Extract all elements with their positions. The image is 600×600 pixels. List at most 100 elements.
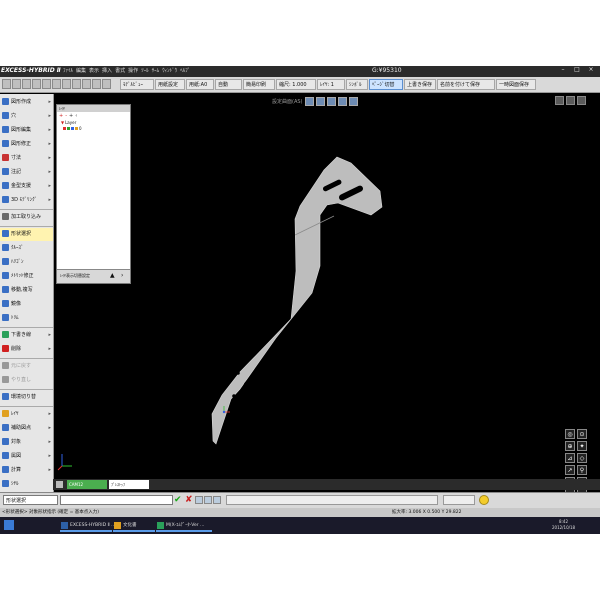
panel-item-1[interactable]: 穴 ▸ [0,110,53,123]
right-tools [555,96,586,105]
panel-item-label: 移動,複写 [11,287,33,293]
panel-item-label: 削除 [11,346,22,352]
panel-item-12[interactable]: ﾒﾄﾘｯﾄ修正 [0,270,53,283]
submenu-arrow-icon: ▸ [48,169,51,175]
submenu-arrow-icon: ▸ [48,113,51,119]
panel-item-6[interactable]: 金型支援 ▸ [0,180,53,193]
submenu-arrow-icon: ▸ [48,155,51,161]
panel-item-14[interactable]: 鏡像 [0,298,53,311]
panel-separator [0,389,53,390]
panel-item-5[interactable]: 注記 ▸ [0,166,53,179]
panel-item-26[interactable]: ｼﾔﾙ [0,478,53,491]
taskbar-item-excel[interactable]: M(X-ｺﾑﾃﾞｰﾀ-Ver ... [156,519,212,532]
panel-item-label: 穴 [11,113,17,119]
status-message: <形状選択> 対象形状指示 (確定 = 基本点入力) [2,510,100,515]
command-entry-input[interactable] [60,495,173,505]
tab-grid-icon[interactable] [56,481,63,488]
view-wire-icon[interactable] [337,97,347,106]
sheet-metal-part[interactable] [211,156,383,445]
hole-small-2 [232,394,236,398]
edit-shape-icon [2,126,9,133]
panel-item-13[interactable]: 移動,複写 [0,284,53,297]
target-icon [2,438,9,445]
panel-item-23[interactable]: 対象 ▸ [0,436,53,449]
value-input-field[interactable] [443,495,475,505]
panel-item-21[interactable]: ﾚｲﾔ ▸ [0,408,53,421]
draft-line-icon [2,331,9,338]
panel-item-11[interactable]: ﾊﾘｺﾞﾝ [0,256,53,269]
panel-item-8[interactable]: 加工取り込み [0,211,53,224]
expand-right-icon[interactable]: › [121,272,123,279]
panel-item-16[interactable]: 下書き線 ▸ [0,329,53,342]
panel-item-22[interactable]: 補助図点 ▸ [0,422,53,435]
view-iso-icon[interactable] [315,97,325,106]
cancel-cross-icon[interactable]: ✘ [185,494,193,506]
panel-item-17[interactable]: 削除 ▸ [0,343,53,356]
submenu-arrow-icon: ▸ [48,439,51,445]
input-option-3-icon[interactable] [213,496,221,504]
panel-item-25[interactable]: 計算 ▸ [0,464,53,477]
command-input-row: 形状選択 ✔ ✘ [0,492,600,508]
view-shade-icon[interactable] [326,97,336,106]
panel-item-2[interactable]: 図形編集 ▸ [0,124,53,137]
collapse-icon[interactable]: ‹ [75,113,77,119]
input-option-2-icon[interactable] [204,496,212,504]
start-button-icon[interactable] [4,520,14,530]
tab-cam12[interactable]: CAM12 [67,480,107,489]
right-tool-1-icon[interactable] [555,96,564,105]
remove-layer-icon[interactable]: - [65,113,67,119]
modify-icon [2,140,9,147]
taskbar-item-excess[interactable]: EXCESS-HYBRID Ⅱ ... [60,519,115,532]
view-toolbar: 設定曲面(AS) [272,96,358,107]
collapse-up-icon[interactable]: ▲ [110,273,115,279]
layer-display-setting-label[interactable]: ﾚｲﾔ表示切替設定 [60,273,90,279]
coordinate-input-field[interactable] [226,495,438,505]
assist-smiley-icon[interactable] [479,495,489,505]
panel-item-label: やり直し [11,377,32,383]
panel-item-24[interactable]: 属図 ▸ [0,450,53,463]
panel-item-20[interactable]: 環境切り替 [0,391,53,404]
snap-mode-5-icon[interactable]: ◇ [577,453,587,463]
view-extra-icon[interactable] [348,97,358,106]
panel-item-18[interactable]: 元に戻す [0,360,53,373]
environment-icon [2,393,9,400]
taskbar-item-label: M(X-ｺﾑﾃﾞｰﾀ-Ver ... [166,523,205,528]
tab-press-stop[interactable]: ﾌﾟﾚｽﾄｯﾌ [109,480,149,489]
snap-mode-3-icon[interactable]: ✦ [577,441,587,451]
panel-item-0[interactable]: 図形作成 ▸ [0,96,53,109]
add-layer-icon[interactable]: + [59,113,63,119]
expand-icon[interactable]: + [69,113,73,119]
panel-item-10[interactable]: ｸﾙｰｽﾞ [0,242,53,255]
panel-item-4[interactable]: 寸法 ▸ [0,152,53,165]
panel-item-9[interactable]: 形状選択 [0,228,53,241]
snap-mode-7-icon[interactable]: ⚲ [577,465,587,475]
view-front-icon[interactable] [304,97,314,106]
command-mode-field[interactable]: 形状選択 [3,495,58,505]
right-tool-3-icon[interactable] [577,96,586,105]
snap-mode-6-icon[interactable]: ↗ [565,465,575,475]
snap-mode-1-icon[interactable]: ⊙ [577,429,587,439]
snap-mode-0-icon[interactable]: ◎ [565,429,575,439]
right-tool-2-icon[interactable] [566,96,575,105]
panel-item-label: 鏡像 [11,301,22,307]
taskbar-item-document[interactable]: 文化書 [113,519,155,532]
submenu-arrow-icon: ▸ [48,411,51,417]
snap-mode-2-icon[interactable]: ⊕ [565,441,575,451]
panel-item-3[interactable]: 図形修正 ▸ [0,138,53,151]
submenu-arrow-icon: ▸ [48,183,51,189]
layer-print-swatch [75,127,78,130]
axis-triad [57,454,72,471]
snap-mode-4-icon[interactable]: ⊿ [565,453,575,463]
panel-item-7[interactable]: 3D ﾓﾃﾞﾘﾝｸﾞ ▸ [0,194,53,207]
panel-item-15[interactable]: ﾄﾘﾑ [0,312,53,325]
layer-entry[interactable]: 0 [57,126,130,132]
panel-item-label: ｸﾙｰｽﾞ [11,245,24,251]
confirm-check-icon[interactable]: ✔ [174,494,182,506]
input-option-1-icon[interactable] [195,496,203,504]
panel-item-label: 形状選択 [11,231,32,237]
pencil-icon [2,98,9,105]
undo-icon [2,362,9,369]
taskbar-clock[interactable]: 8:42 2012/10/18 [552,519,575,531]
trim-icon [2,314,9,321]
panel-item-19[interactable]: やり直し [0,374,53,387]
